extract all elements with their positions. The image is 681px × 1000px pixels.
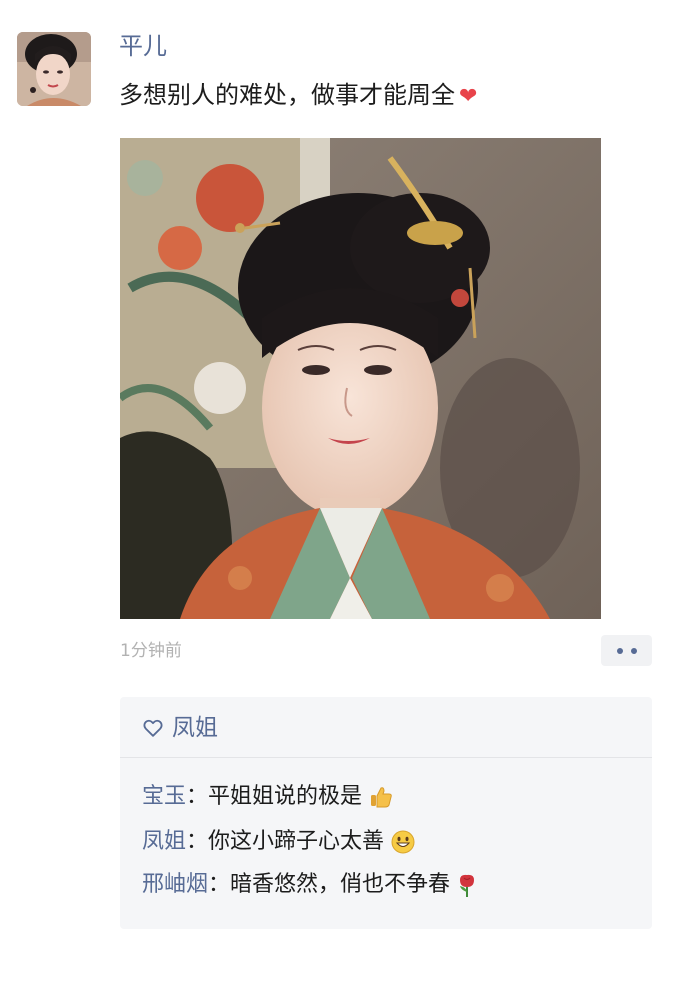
- more-actions-button[interactable]: [601, 635, 652, 666]
- grinning-face-emoji: [391, 830, 415, 854]
- comments-panel: 凤姐 宝玉：平姐姐说的极是 凤姐：你这小蹄子心太善 邢岫烟：暗香悠然，俏也不争春: [120, 697, 652, 929]
- comment-text: 平姐姐说的极是: [208, 784, 363, 809]
- comment-text: 你这小蹄子心太善: [208, 829, 385, 854]
- comment-item[interactable]: 宝玉：平姐姐说的极是: [142, 780, 394, 814]
- comment-item[interactable]: 邢岫烟：暗香悠然，俏也不争春: [142, 868, 478, 902]
- comment-item[interactable]: 凤姐：你这小蹄子心太善: [142, 825, 416, 859]
- comment-text: 暗香悠然，俏也不争春: [230, 872, 451, 897]
- more-dot-icon: [616, 647, 623, 654]
- post-photo[interactable]: [120, 138, 601, 619]
- portrait-photo-image: [120, 138, 601, 619]
- post-timestamp: 1分钟前: [120, 641, 182, 661]
- divider: [120, 757, 652, 758]
- post-text-content: 多想别人的难处，做事才能周全: [119, 81, 455, 109]
- comment-author[interactable]: 凤姐: [142, 825, 186, 859]
- comment-separator: ：: [186, 784, 209, 809]
- heart-outline-icon: [143, 719, 163, 737]
- comment-author[interactable]: 邢岫烟: [142, 868, 208, 902]
- like-user-name[interactable]: 凤姐: [172, 711, 218, 745]
- heart-emoji: ❤: [459, 84, 478, 109]
- comment-author[interactable]: 宝玉: [142, 780, 186, 814]
- comment-separator: ：: [186, 829, 209, 854]
- author-name[interactable]: 平儿: [119, 30, 167, 62]
- likes-row: 凤姐: [142, 711, 218, 745]
- rose-emoji: [460, 874, 475, 897]
- avatar-portrait-image: [17, 32, 91, 106]
- avatar[interactable]: [17, 32, 91, 106]
- comment-separator: ：: [208, 872, 231, 897]
- thumbs-up-emoji: [371, 787, 392, 808]
- post-text: 多想别人的难处，做事才能周全 ❤: [119, 78, 477, 114]
- more-dot-icon: [630, 647, 637, 654]
